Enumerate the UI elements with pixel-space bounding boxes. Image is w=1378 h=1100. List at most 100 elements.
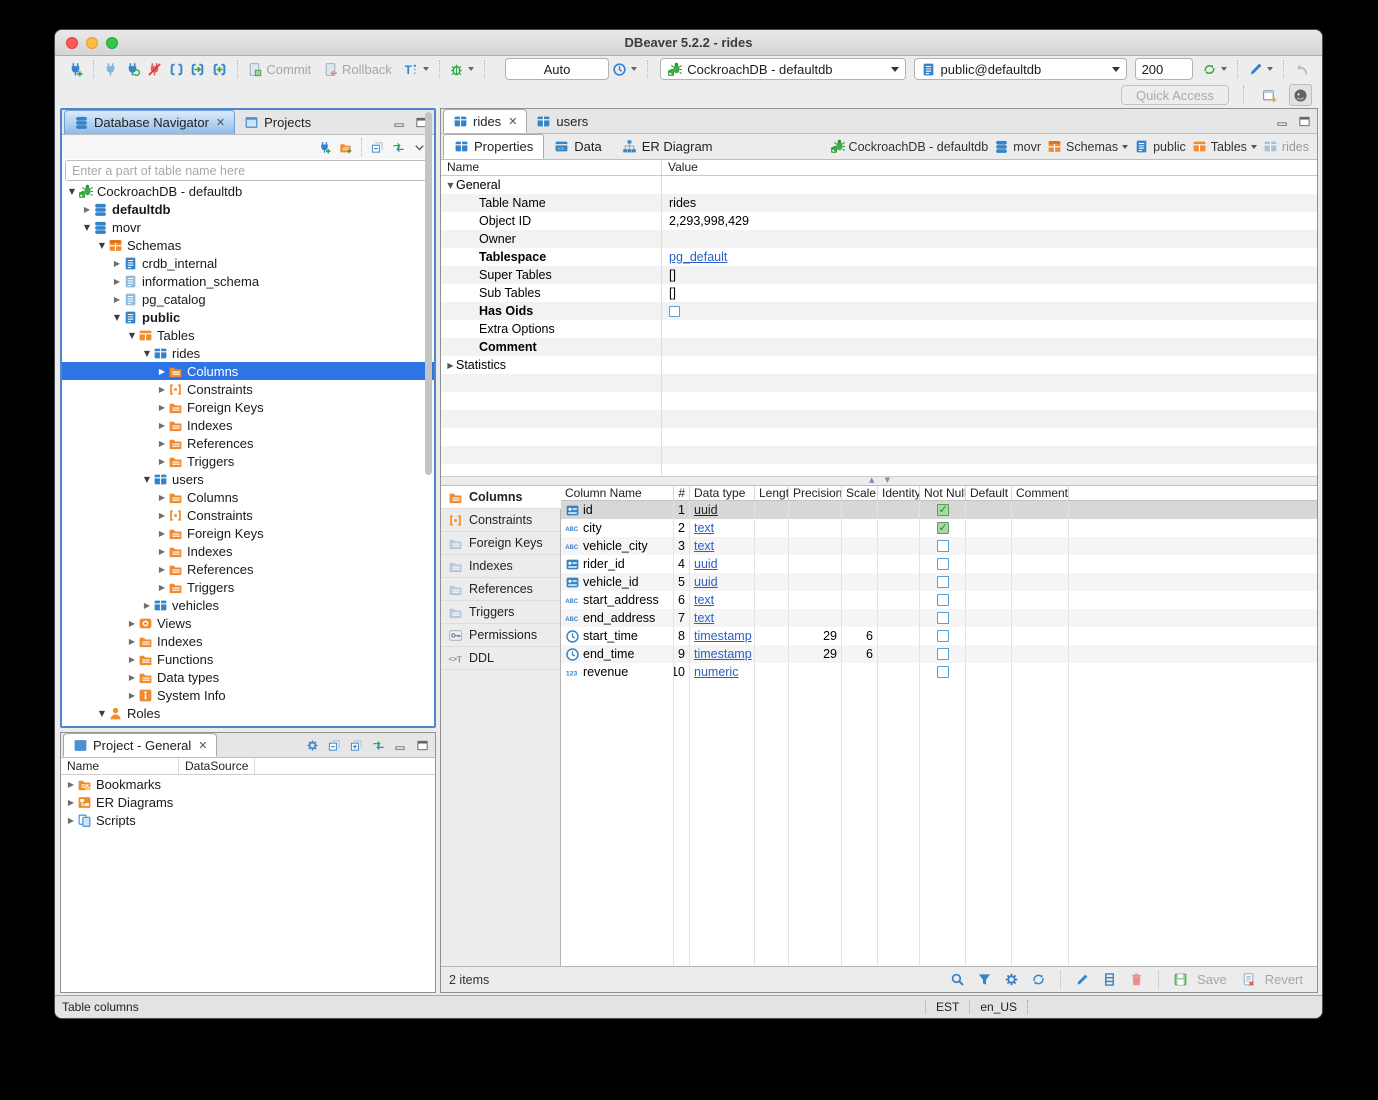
settings-gear-icon[interactable] bbox=[304, 737, 321, 753]
properties-header-name[interactable]: Name bbox=[441, 160, 661, 175]
new-connection-icon[interactable] bbox=[316, 139, 333, 155]
object-tab-foreign-keys[interactable]: Foreign Keys bbox=[441, 532, 560, 555]
schema-combo[interactable]: public@defaultdb bbox=[914, 58, 1127, 80]
tree-item-crdb-internal[interactable]: ▶crdb_internal bbox=[62, 254, 434, 272]
column-header-not-null[interactable]: Not Null bbox=[920, 486, 966, 500]
chevron-down-icon[interactable] bbox=[1122, 145, 1128, 149]
tab-projects[interactable]: Projects bbox=[235, 110, 320, 134]
data-type-link[interactable]: uuid bbox=[694, 557, 718, 571]
commit-label[interactable]: Commit bbox=[266, 62, 311, 77]
tab-database-navigator[interactable]: Database Navigator ✕ bbox=[64, 110, 235, 134]
expanded-arrow-icon[interactable]: ▼ bbox=[126, 331, 138, 340]
tree-item-system-info[interactable]: ▶System Info bbox=[62, 686, 434, 704]
has-oids-checkbox[interactable] bbox=[669, 306, 680, 317]
collapsed-arrow-icon[interactable]: ▶ bbox=[126, 619, 138, 628]
tree-item-information-schema[interactable]: ▶information_schema bbox=[62, 272, 434, 290]
not-null-checkbox[interactable] bbox=[937, 612, 949, 624]
tree-item-rides[interactable]: ▼rides bbox=[62, 344, 434, 362]
collapsed-arrow-icon[interactable]: ▶ bbox=[156, 421, 168, 430]
property-row-sub-tables[interactable]: Sub Tables[] bbox=[441, 284, 1317, 302]
tree-item-constraints[interactable]: ▶Constraints bbox=[62, 380, 434, 398]
chevron-down-icon[interactable] bbox=[1251, 145, 1257, 149]
tree-item-columns[interactable]: ▶Columns bbox=[62, 488, 434, 506]
project-item-scripts[interactable]: ▶Scripts bbox=[61, 811, 435, 829]
data-type-link[interactable]: timestamp bbox=[694, 629, 752, 643]
breadcrumb-cockroachdb-defaultdb[interactable]: CockroachDB - defaultdb bbox=[830, 139, 989, 154]
data-type-link[interactable]: text bbox=[694, 521, 714, 535]
collapsed-arrow-icon[interactable]: ▶ bbox=[111, 277, 123, 286]
collapsed-arrow-icon[interactable]: ▶ bbox=[126, 637, 138, 646]
column-row-start_time[interactable]: start_time8timestamp296 bbox=[561, 627, 1317, 645]
breadcrumb-tables[interactable]: Tables bbox=[1192, 139, 1257, 154]
column-row-vehicle_city[interactable]: ABCvehicle_city3text bbox=[561, 537, 1317, 555]
expanded-arrow-icon[interactable]: ▼ bbox=[141, 349, 153, 358]
breadcrumb-rides[interactable]: rides bbox=[1263, 139, 1309, 154]
revert-icon[interactable] bbox=[1237, 969, 1260, 991]
property-value[interactable]: rides bbox=[661, 194, 1317, 212]
property-row-super-tables[interactable]: Super Tables[] bbox=[441, 266, 1317, 284]
project-item-er-diagrams[interactable]: ▶ER Diagrams bbox=[61, 793, 435, 811]
collapse-all-icon[interactable] bbox=[369, 139, 386, 155]
data-type-link[interactable]: uuid bbox=[694, 503, 718, 517]
column-header-default[interactable]: Default bbox=[966, 486, 1012, 500]
new-folder-icon[interactable] bbox=[337, 139, 354, 155]
property-value[interactable]: pg_default bbox=[661, 248, 1317, 266]
collapsed-arrow-icon[interactable]: ▶ bbox=[156, 493, 168, 502]
column-header-identity[interactable]: Identity bbox=[878, 486, 920, 500]
schema-combo-arrow-icon[interactable] bbox=[1112, 67, 1120, 72]
tree-item-references[interactable]: ▶References bbox=[62, 434, 434, 452]
rollback-icon[interactable] bbox=[319, 58, 341, 80]
property-row-extra-options[interactable]: Extra Options bbox=[441, 320, 1317, 338]
tree-item-functions[interactable]: ▶Functions bbox=[62, 650, 434, 668]
fetch-size-input[interactable] bbox=[1135, 58, 1193, 80]
maximize-view-icon[interactable] bbox=[1296, 113, 1313, 129]
not-null-checkbox[interactable] bbox=[937, 630, 949, 642]
close-icon[interactable]: ✕ bbox=[198, 739, 207, 752]
editor-tab-users[interactable]: users bbox=[527, 109, 597, 133]
column-header-column-name[interactable]: Column Name bbox=[561, 486, 674, 500]
tree-item-indexes[interactable]: ▶Indexes bbox=[62, 632, 434, 650]
column-header-datasource[interactable]: DataSource bbox=[179, 758, 255, 774]
tree-item-data-types[interactable]: ▶Data types bbox=[62, 668, 434, 686]
collapsed-arrow-icon[interactable]: ▶ bbox=[445, 361, 456, 370]
column-header-precision[interactable]: Precision bbox=[789, 486, 842, 500]
property-value[interactable] bbox=[661, 320, 1317, 338]
object-tab-triggers[interactable]: Triggers bbox=[441, 601, 560, 624]
column-header-data-type[interactable]: Data type bbox=[690, 486, 755, 500]
link-with-editor-icon[interactable] bbox=[370, 737, 387, 753]
column-row-city[interactable]: ABCcity2text bbox=[561, 519, 1317, 537]
not-null-checkbox[interactable] bbox=[937, 666, 949, 678]
project-item-bookmarks[interactable]: ▶Bookmarks bbox=[61, 775, 435, 793]
column-row-revenue[interactable]: 123revenue10numeric bbox=[561, 663, 1317, 681]
data-type-link[interactable]: text bbox=[694, 593, 714, 607]
minimize-window-button[interactable] bbox=[86, 37, 98, 49]
not-null-checkbox[interactable] bbox=[937, 504, 949, 516]
property-row-statistics[interactable]: ▶Statistics bbox=[441, 356, 1317, 374]
tree-item-public[interactable]: ▼public bbox=[62, 308, 434, 326]
collapsed-arrow-icon[interactable]: ▶ bbox=[65, 816, 77, 825]
property-value[interactable] bbox=[661, 176, 1317, 194]
tab-project-general[interactable]: Project - General ✕ bbox=[63, 733, 217, 757]
object-tab-columns[interactable]: Columns bbox=[441, 486, 561, 509]
tab-er-diagram[interactable]: ER Diagram bbox=[612, 134, 723, 159]
not-null-checkbox[interactable] bbox=[937, 540, 949, 552]
collapsed-arrow-icon[interactable]: ▶ bbox=[65, 798, 77, 807]
expanded-arrow-icon[interactable]: ▼ bbox=[81, 223, 93, 232]
column-header-length[interactable]: Length bbox=[755, 486, 789, 500]
data-type-link[interactable]: uuid bbox=[694, 575, 718, 589]
minimize-view-icon[interactable] bbox=[391, 114, 408, 130]
property-row-has-oids[interactable]: Has Oids bbox=[441, 302, 1317, 320]
collapsed-arrow-icon[interactable]: ▶ bbox=[141, 601, 153, 610]
property-row-general[interactable]: ▼General bbox=[441, 176, 1317, 194]
property-value[interactable] bbox=[661, 356, 1317, 374]
collapsed-arrow-icon[interactable]: ▶ bbox=[81, 205, 93, 214]
data-type-link[interactable]: timestamp bbox=[694, 647, 752, 661]
minimize-view-icon[interactable] bbox=[1274, 113, 1291, 129]
transaction-log-dropdown-icon[interactable] bbox=[631, 67, 637, 71]
connection-combo[interactable]: CockroachDB - defaultdb bbox=[660, 58, 905, 80]
back-navigation-icon[interactable] bbox=[1290, 58, 1312, 80]
not-null-checkbox[interactable] bbox=[937, 594, 949, 606]
connection-combo-arrow-icon[interactable] bbox=[891, 67, 899, 72]
tree-item-roles[interactable]: ▼Roles bbox=[62, 704, 434, 722]
navigator-scrollbar[interactable] bbox=[424, 112, 433, 646]
